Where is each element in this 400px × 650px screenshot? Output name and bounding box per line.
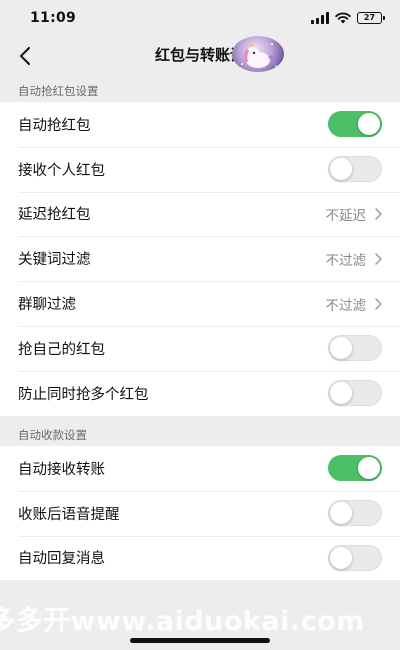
- toggle-knob: [330, 546, 352, 569]
- section-header-auto-grab: 自动抢红包设置: [18, 84, 99, 98]
- toggle-knob: [358, 113, 380, 136]
- toggle-knob: [330, 158, 352, 181]
- nav-bar: 红包与转账设: [0, 36, 400, 78]
- row-value: 不过滤: [325, 297, 367, 314]
- toggle-grab-own[interactable]: [328, 335, 382, 362]
- row-label: 自动接收转账: [18, 461, 105, 478]
- toggle-auto-reply[interactable]: [328, 544, 382, 571]
- unicorn-icon: [241, 40, 277, 68]
- page-title: 红包与转账设: [154, 46, 245, 64]
- row-value: 不延迟: [325, 207, 367, 224]
- row-label: 自动回复消息: [18, 551, 105, 568]
- row-group-filter[interactable]: 群聊过滤 不过滤: [0, 281, 400, 326]
- toggle-knob: [330, 502, 352, 525]
- avatar: [232, 36, 284, 72]
- row-value: 不过滤: [325, 252, 367, 269]
- chevron-right-icon: [375, 253, 382, 265]
- chevron-right-icon: [375, 208, 382, 220]
- row-auto-grab[interactable]: 自动抢红包: [0, 102, 400, 147]
- row-delay-grab[interactable]: 延迟抢红包 不延迟: [0, 191, 400, 237]
- home-indicator: [130, 638, 270, 643]
- row-label: 接收个人红包: [18, 162, 105, 179]
- row-receive-personal[interactable]: 接收个人红包: [0, 146, 400, 192]
- battery-icon: 27: [357, 12, 385, 24]
- group-auto-grab: 自动抢红包 接收个人红包 延迟抢红包 不延迟 关键词过滤 不过滤 群聊过滤 不过…: [0, 102, 400, 416]
- row-auto-reply[interactable]: 自动回复消息: [0, 535, 400, 581]
- toggle-auto-grab[interactable]: [328, 111, 382, 138]
- row-prevent-multiple[interactable]: 防止同时抢多个红包: [0, 370, 400, 416]
- toggle-knob: [330, 337, 352, 360]
- row-label: 群聊过滤: [18, 297, 76, 314]
- row-label: 延迟抢红包: [18, 207, 91, 224]
- row-label: 关键词过滤: [18, 252, 91, 269]
- row-label: 防止同时抢多个红包: [18, 386, 149, 403]
- battery-level: 27: [363, 13, 376, 22]
- status-icons: 27: [311, 12, 385, 24]
- status-time: 11:09: [30, 10, 77, 26]
- row-grab-own[interactable]: 抢自己的红包: [0, 325, 400, 371]
- row-label: 抢自己的红包: [18, 341, 105, 358]
- row-auto-accept-transfer[interactable]: 自动接收转账: [0, 446, 400, 491]
- status-bar: 11:09 27: [0, 0, 400, 36]
- toggle-auto-accept-transfer[interactable]: [328, 455, 382, 482]
- toggle-knob: [330, 382, 352, 405]
- chevron-right-icon: [375, 297, 382, 310]
- group-auto-receive: 自动接收转账 收账后语音提醒 自动回复消息: [0, 446, 400, 581]
- toggle-receive-personal[interactable]: [328, 156, 382, 183]
- row-label: 收账后语音提醒: [18, 506, 120, 523]
- wifi-icon: [335, 12, 351, 24]
- section-header-auto-receive: 自动收款设置: [18, 428, 87, 442]
- toggle-knob: [358, 457, 380, 480]
- row-keyword-filter[interactable]: 关键词过滤 不过滤: [0, 236, 400, 281]
- toggle-prevent-multiple[interactable]: [328, 380, 382, 407]
- row-voice-reminder[interactable]: 收账后语音提醒: [0, 490, 400, 536]
- signal-icon: [311, 12, 329, 24]
- row-label: 自动抢红包: [18, 117, 91, 134]
- toggle-voice-reminder[interactable]: [328, 500, 382, 527]
- watermark: 多多开www.aiduokai.com: [0, 605, 365, 637]
